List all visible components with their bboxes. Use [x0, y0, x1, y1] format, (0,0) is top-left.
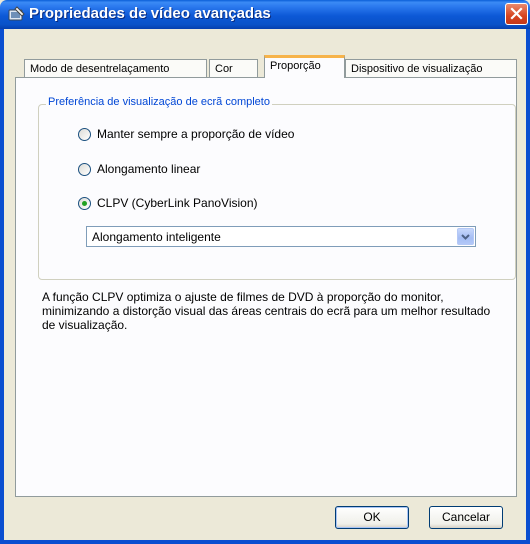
tab-label: Dispositivo de visualização — [351, 63, 483, 75]
stretch-mode-dropdown[interactable]: Alongamento inteligente — [86, 226, 476, 247]
video-properties-icon — [8, 6, 25, 21]
dropdown-button[interactable] — [457, 228, 474, 245]
tab-label: Cor — [215, 63, 233, 75]
radio-selected-dot — [82, 201, 87, 206]
cancel-button[interactable]: Cancelar — [429, 506, 503, 529]
radio-label: Manter sempre a proporção de vídeo — [97, 127, 295, 141]
title-bar[interactable]: Propriedades de vídeo avançadas — [0, 0, 530, 29]
window-frame-bottom — [0, 540, 530, 544]
window-frame-right — [526, 29, 530, 544]
close-button[interactable] — [505, 3, 528, 25]
tab-color[interactable]: Cor — [209, 59, 258, 78]
close-icon — [510, 7, 523, 20]
group-legend: Preferência de visualização de ecrã comp… — [46, 96, 272, 108]
tab-display-device[interactable]: Dispositivo de visualização — [345, 59, 517, 78]
dropdown-value: Alongamento inteligente — [92, 230, 221, 244]
radio-button[interactable] — [78, 197, 91, 210]
radio-button[interactable] — [78, 163, 91, 176]
radio-label: Alongamento linear — [97, 162, 201, 176]
tab-aspect-ratio[interactable]: Proporção — [264, 55, 345, 78]
tab-deinterlacing-mode[interactable]: Modo de desentrelaçamento — [24, 59, 207, 78]
window-frame-left — [0, 29, 4, 544]
ok-button[interactable]: OK — [335, 506, 409, 529]
tab-label: Modo de desentrelaçamento — [30, 63, 170, 75]
window-title: Propriedades de vídeo avançadas — [29, 5, 271, 22]
radio-button[interactable] — [78, 128, 91, 141]
description-text: A função CLPV optimiza o ajuste de filme… — [42, 290, 491, 332]
tab-label: Proporção — [270, 60, 321, 72]
chevron-down-icon — [461, 234, 470, 240]
radio-label: CLPV (CyberLink PanoVision) — [97, 196, 258, 210]
